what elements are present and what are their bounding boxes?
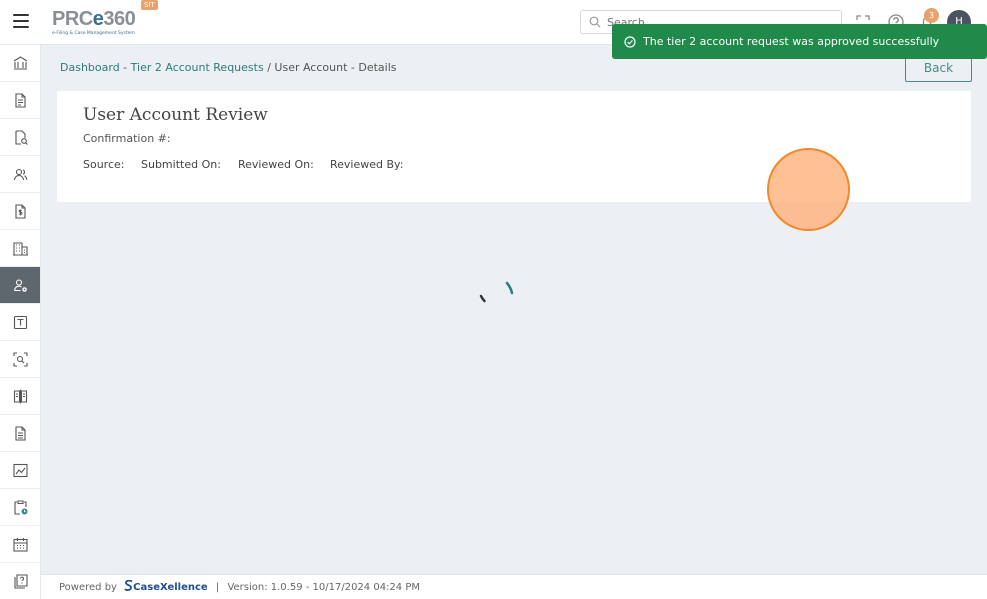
confirmation-label: Confirmation #: <box>83 132 171 145</box>
click-indicator <box>767 148 850 231</box>
brand-name: PRCe360 <box>52 8 136 30</box>
sidebar-item-billing[interactable] <box>0 193 40 230</box>
clipboard-clock-icon <box>13 499 27 515</box>
app-logo[interactable]: PRCe360 e-Filing & Case Management Syste… <box>52 8 162 38</box>
building-icon <box>12 241 28 256</box>
check-circle-icon <box>624 35 636 48</box>
sidebar <box>0 45 41 599</box>
env-badge: SIT <box>141 0 158 10</box>
template-icon <box>13 315 27 329</box>
users-icon <box>13 168 27 180</box>
calendar-icon <box>12 537 28 552</box>
page-title: User Account Review <box>83 105 268 125</box>
sidebar-item-templates[interactable] <box>0 304 40 341</box>
sidebar-item-scan[interactable] <box>0 341 40 378</box>
sidebar-item-bank[interactable] <box>0 45 40 82</box>
source-label: Source: <box>83 158 125 171</box>
sidebar-item-document-search[interactable] <box>0 119 40 156</box>
breadcrumb-dashboard-link[interactable]: Dashboard <box>60 61 120 74</box>
sidebar-item-organizations[interactable] <box>0 230 40 267</box>
chart-icon <box>12 463 28 477</box>
loading-spinner-icon <box>479 281 514 303</box>
breadcrumb: Dashboard - Tier 2 Account Requests / Us… <box>60 61 397 74</box>
document-list-icon <box>14 425 26 441</box>
casexellence-logo-icon <box>124 579 133 591</box>
sidebar-item-compare[interactable] <box>0 378 40 415</box>
notification-badge: 3 <box>924 8 939 23</box>
scan-icon <box>12 351 28 367</box>
brand-tagline: e-Filing & Case Management System <box>52 31 135 36</box>
compare-icon <box>13 389 27 403</box>
reviewed-on-label: Reviewed On: <box>238 158 314 171</box>
bank-icon <box>13 55 27 70</box>
version-text: Version: 1.0.59 - 10/17/2024 04:24 PM <box>227 582 421 593</box>
sidebar-item-help[interactable] <box>0 563 40 599</box>
footer: Powered by CaseXellence | Version: 1.0.5… <box>41 574 987 599</box>
reviewed-by-label: Reviewed By: <box>330 158 404 171</box>
sidebar-item-user-accounts[interactable] <box>0 267 40 304</box>
company-name: CaseXellence <box>133 582 208 593</box>
sidebar-item-calendar[interactable] <box>0 526 40 563</box>
sidebar-item-analytics[interactable] <box>0 452 40 489</box>
document-icon <box>14 92 26 108</box>
breadcrumb-current: User Account - Details <box>274 61 397 74</box>
help-book-icon <box>13 573 28 589</box>
powered-by-label: Powered by <box>59 582 117 593</box>
document-search-icon <box>14 129 28 145</box>
toast-message: The tier 2 account request was approved … <box>643 35 940 48</box>
submitted-on-label: Submitted On: <box>141 158 221 171</box>
menu-icon[interactable] <box>13 14 29 28</box>
sidebar-item-reports[interactable] <box>0 415 40 452</box>
sidebar-item-documents[interactable] <box>0 82 40 119</box>
success-toast: The tier 2 account request was approved … <box>612 24 987 59</box>
search-icon <box>589 16 601 28</box>
sidebar-item-schedule[interactable] <box>0 489 40 526</box>
breadcrumb-requests-link[interactable]: Tier 2 Account Requests <box>131 61 264 74</box>
footer-separator: | <box>215 582 220 593</box>
user-settings-icon <box>13 278 27 292</box>
sidebar-item-users[interactable] <box>0 156 40 193</box>
breadcrumb-sep: / <box>263 61 275 74</box>
invoice-icon <box>14 203 26 219</box>
breadcrumb-sep: - <box>119 61 131 74</box>
